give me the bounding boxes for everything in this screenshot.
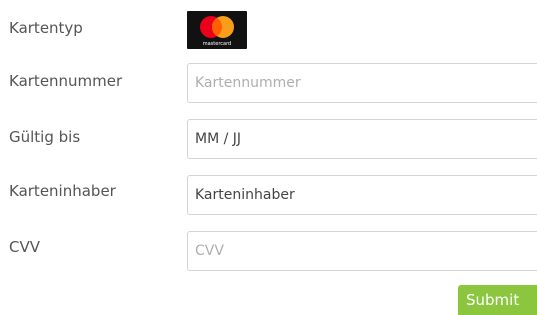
card-holder-row: Karteninhaber bbox=[0, 175, 537, 217]
card-holder-input[interactable] bbox=[187, 175, 537, 215]
cvv-input[interactable] bbox=[187, 231, 537, 271]
card-type-row: Kartentyp mastercard bbox=[0, 11, 537, 57]
cvv-row: CVV bbox=[0, 231, 537, 273]
mastercard-logo-icon: mastercard bbox=[187, 11, 247, 49]
valid-until-row: Gültig bis bbox=[0, 119, 537, 161]
valid-until-input[interactable] bbox=[187, 119, 537, 159]
card-holder-label: Karteninhaber bbox=[9, 182, 116, 200]
card-number-label: Kartennummer bbox=[9, 72, 123, 90]
card-type-label: Kartentyp bbox=[9, 19, 83, 37]
card-number-row: Kartennummer bbox=[0, 63, 537, 105]
valid-until-label: Gültig bis bbox=[9, 128, 81, 146]
payment-form: Kartentyp mastercard Kartennummer Gültig… bbox=[0, 0, 537, 315]
submit-button[interactable]: Submit bbox=[458, 285, 537, 315]
cvv-label: CVV bbox=[9, 238, 40, 256]
card-number-input[interactable] bbox=[187, 63, 537, 103]
mastercard-brand-text: mastercard bbox=[203, 41, 231, 47]
mastercard-logo-svg: mastercard bbox=[200, 16, 234, 47]
